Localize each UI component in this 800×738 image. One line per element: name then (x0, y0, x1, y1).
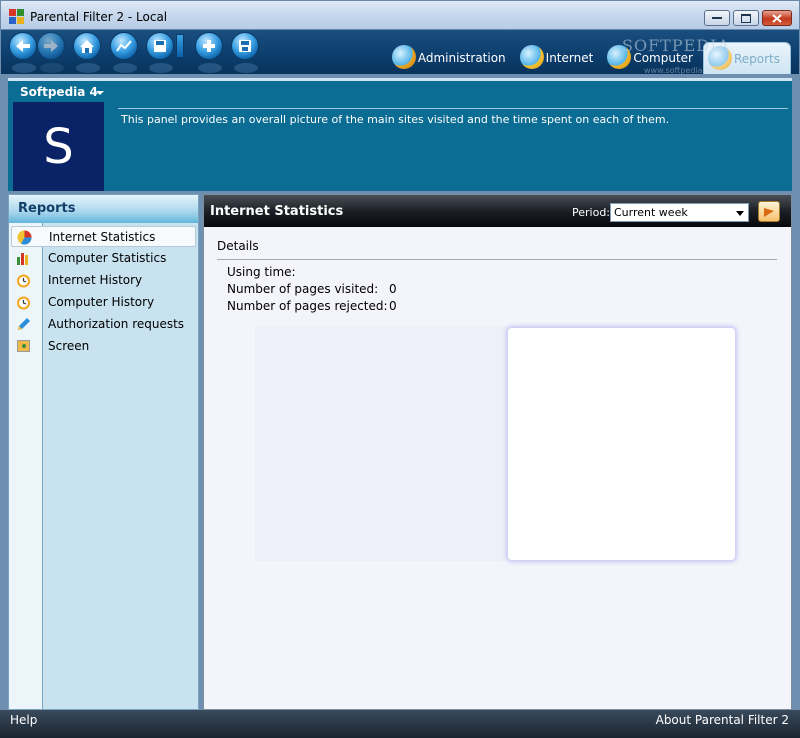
clock-icon (16, 273, 31, 288)
save-dropdown-arrow[interactable] (176, 34, 184, 58)
tab-label: Reports (733, 51, 780, 66)
stat-label-pages-rejected: Number of pages rejected: (227, 299, 388, 313)
minimize-icon (712, 17, 722, 19)
avatar-letter: S (43, 118, 74, 175)
avatar: S (13, 102, 104, 191)
panel-description: This panel provides an overall picture o… (121, 113, 670, 126)
sidebar-item-label: Internet Statistics (49, 230, 156, 244)
reports-sidebar: Reports Internet Statistics Computer Sta… (8, 194, 199, 710)
internet-icon (519, 45, 544, 69)
screen-icon (16, 339, 31, 354)
maximize-button[interactable] (733, 10, 759, 26)
stat-value-pages-rejected: 0 (389, 299, 397, 313)
back-icon (10, 33, 36, 59)
sidebar-item-label: Computer Statistics (48, 251, 167, 265)
save-button[interactable] (146, 32, 174, 73)
window-title: Parental Filter 2 - Local (30, 10, 168, 24)
tab-label: Internet (545, 51, 594, 65)
disk-button[interactable] (231, 32, 259, 73)
home-button[interactable] (73, 32, 101, 73)
main-tabs: Administration Internet Computer Reports (388, 42, 791, 74)
details-heading: Details (217, 239, 259, 253)
sidebar-item-internet-statistics[interactable]: Internet Statistics (11, 226, 196, 247)
save-dropdown-icon (147, 33, 173, 59)
refresh-icon (764, 208, 774, 217)
chevron-down-icon (736, 211, 744, 216)
clock-icon (16, 295, 31, 310)
home-icon (74, 33, 100, 59)
administration-gear-icon (391, 45, 416, 69)
help-link[interactable]: Help (10, 713, 37, 727)
sidebar-item-authorization-requests[interactable]: Authorization requests (11, 314, 196, 335)
sidebar-item-label: Screen (48, 339, 90, 353)
back-button[interactable] (9, 32, 37, 73)
period-select[interactable]: Current week (610, 203, 749, 222)
details-divider (217, 259, 777, 260)
sidebar-item-computer-statistics[interactable]: Computer Statistics (11, 248, 196, 269)
chart-icon (111, 33, 137, 59)
profile-dropdown-icon[interactable] (96, 91, 104, 95)
stat-value-pages-visited: 0 (389, 282, 397, 296)
pencil-icon (16, 317, 31, 332)
about-link[interactable]: About Parental Filter 2 (656, 713, 789, 727)
add-icon (196, 33, 222, 59)
sidebar-item-computer-history[interactable]: Computer History (11, 292, 196, 313)
tab-label: Administration (417, 51, 506, 65)
sidebar-title: Reports (18, 201, 76, 216)
status-bar: Help About Parental Filter 2 (0, 710, 800, 738)
forward-icon (38, 33, 64, 59)
sidebar-item-label: Computer History (48, 295, 155, 309)
refresh-button[interactable] (758, 201, 780, 222)
sidebar-item-internet-history[interactable]: Internet History (11, 270, 196, 291)
pie-chart-icon (17, 230, 32, 245)
profile-header: Softpedia 4 S This panel provides an ove… (8, 78, 792, 191)
tab-internet[interactable]: Internet (516, 42, 604, 74)
title-bar[interactable]: Parental Filter 2 - Local (0, 0, 800, 30)
maximize-icon (741, 13, 751, 23)
sidebar-item-label: Authorization requests (48, 317, 185, 331)
period-value: Current week (614, 206, 688, 219)
sidebar-item-label: Internet History (48, 273, 143, 287)
stat-label-pages-visited: Number of pages visited: (227, 282, 379, 296)
description-divider (118, 108, 788, 109)
disk-icon (232, 33, 258, 59)
sidebar-item-screen[interactable]: Screen (11, 336, 196, 357)
app-icon (9, 9, 24, 24)
stat-label-using-time: Using time: (227, 265, 296, 279)
minimize-button[interactable] (704, 10, 730, 26)
period-label: Period: (572, 206, 611, 219)
bar-chart-icon (16, 251, 31, 266)
chart-legend-card (508, 328, 735, 560)
internet-statistics-panel: Internet Statistics Period: Current week… (203, 194, 792, 710)
close-button[interactable] (762, 10, 792, 26)
panel-title: Internet Statistics (210, 204, 344, 219)
profile-name[interactable]: Softpedia 4 (20, 85, 98, 99)
watermark-url: www.softpedia.com (644, 66, 723, 75)
tab-administration[interactable]: Administration (388, 42, 516, 74)
sidebar-header: Reports (9, 195, 198, 223)
close-icon (772, 13, 782, 23)
watermark: SOFTPEDIA (622, 36, 730, 55)
forward-button[interactable] (37, 32, 65, 73)
statistics-button[interactable] (110, 32, 138, 73)
header-divider (8, 78, 792, 81)
add-button[interactable] (195, 32, 223, 73)
panel-header: Internet Statistics Period: Current week (204, 195, 791, 227)
